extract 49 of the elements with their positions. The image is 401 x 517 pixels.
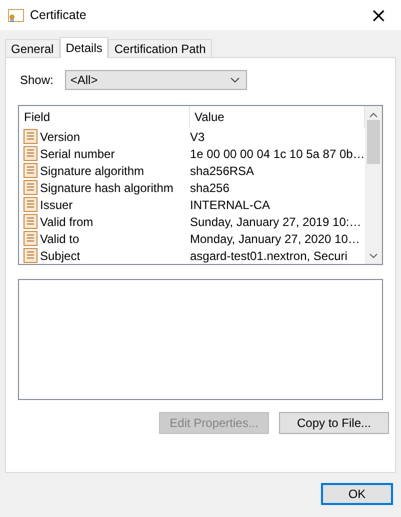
tab[interactable]: Certification Path — [108, 39, 212, 57]
show-dropdown[interactable]: <All> — [65, 70, 248, 90]
column-header[interactable]: Field — [19, 106, 190, 128]
document-icon — [23, 214, 38, 229]
tab[interactable]: General — [5, 39, 60, 57]
certificate-icon — [8, 8, 24, 22]
field-row[interactable]: Valid to Monday, January 27, 2020 10… — [19, 230, 365, 247]
close-button[interactable]: × — [364, 3, 393, 27]
document-icon — [23, 129, 38, 144]
document-icon — [23, 231, 38, 246]
document-icon — [23, 163, 38, 178]
document-icon — [23, 180, 38, 195]
field-value: asgard-test01.nextron, Securi — [190, 248, 348, 262]
tab[interactable]: Details — [60, 37, 108, 58]
field-row[interactable]: Valid from Sunday, January 27, 2019 10:… — [19, 213, 365, 230]
document-icon — [23, 248, 38, 263]
field-name: Issuer — [40, 198, 73, 212]
scroll-thumb[interactable] — [367, 120, 380, 164]
scroll-down-icon[interactable] — [369, 253, 378, 259]
field-value: Monday, January 27, 2020 10… — [190, 232, 360, 246]
field-value: 1e 00 00 00 04 1c 10 5a 87 0b… — [190, 146, 365, 160]
field-name: Valid to — [40, 232, 80, 246]
field-name: Signature hash algorithm — [40, 180, 174, 194]
chevron-down-icon — [230, 77, 240, 83]
field-row[interactable]: Signature algorithm sha256RSA — [19, 162, 365, 179]
show-label: Show: — [20, 73, 54, 87]
scroll-up-icon[interactable] — [369, 112, 378, 118]
field-name: Signature algorithm — [40, 164, 144, 178]
document-icon — [23, 146, 38, 161]
window-title: Certificate — [30, 8, 88, 22]
field-value: sha256 — [190, 180, 230, 194]
field-value: Sunday, January 27, 2019 10:… — [190, 214, 362, 228]
detail-box[interactable] — [18, 279, 383, 400]
field-name: Valid from — [40, 214, 94, 228]
ok-button[interactable]: OK — [321, 483, 393, 505]
field-row[interactable]: Serial number 1e 00 00 00 04 1c 10 5a 87 0b… — [19, 145, 365, 162]
copy-to-file-button[interactable]: Copy to File... — [279, 412, 389, 434]
field-value: sha256RSA — [190, 164, 254, 178]
field-name: Serial number — [40, 146, 115, 160]
scrollbar[interactable] — [365, 106, 382, 264]
field-value: INTERNAL-CA — [190, 198, 270, 212]
field-name: Version — [40, 130, 80, 144]
field-row[interactable]: Version V3 — [19, 128, 365, 145]
field-row[interactable]: Signature hash algorithm sha256 — [19, 179, 365, 196]
document-icon — [23, 197, 38, 212]
field-name: Subject — [40, 248, 80, 262]
field-row[interactable]: Subject asgard-test01.nextron, Securi — [19, 247, 365, 264]
field-value: V3 — [190, 130, 205, 144]
field-row[interactable]: Issuer INTERNAL-CA — [19, 196, 365, 213]
